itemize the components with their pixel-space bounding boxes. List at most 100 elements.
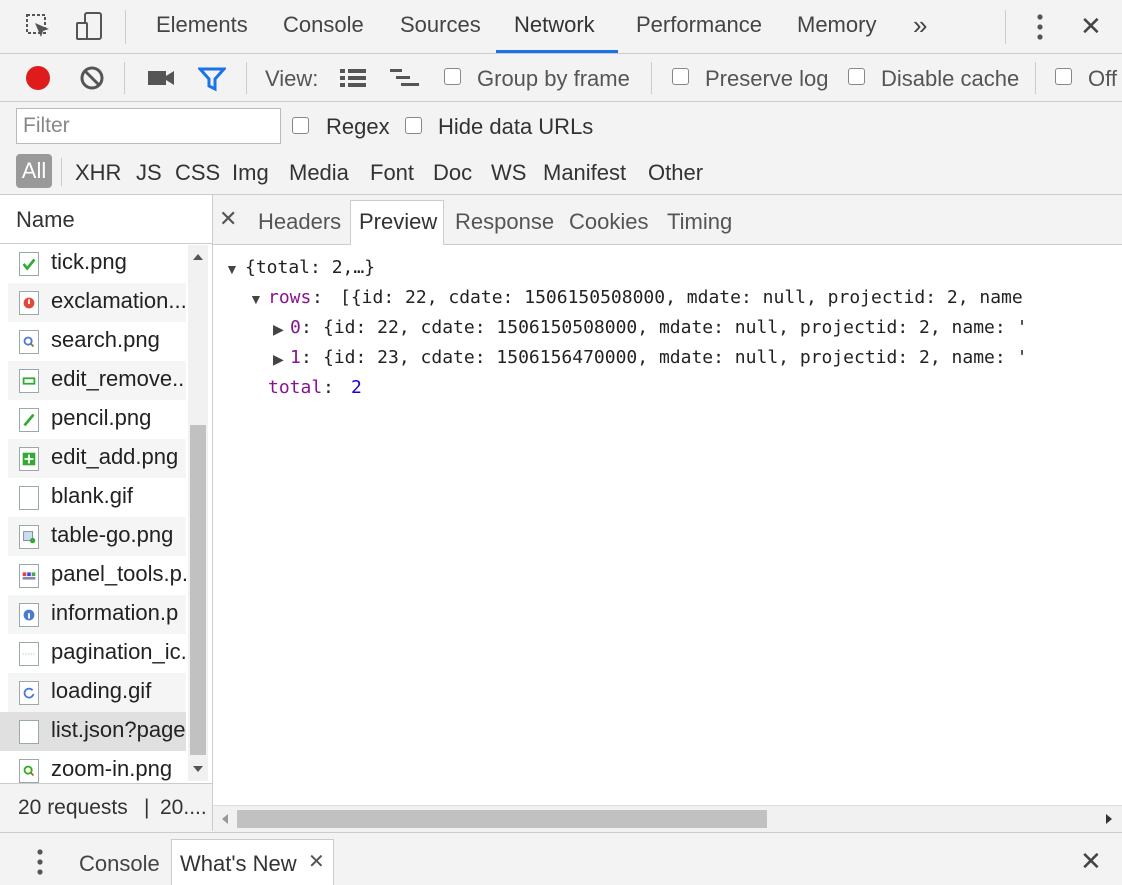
preserve-log-checkbox[interactable] — [672, 68, 689, 85]
drawer-tab-whats-new[interactable]: What's New ✕ — [171, 839, 334, 885]
json-total-key: total — [268, 377, 323, 398]
drawer-menu-icon[interactable] — [30, 847, 50, 877]
tab-performance[interactable]: Performance — [636, 12, 762, 38]
filter-type-manifest[interactable]: Manifest — [543, 160, 626, 186]
request-row[interactable]: edit_remove... — [8, 361, 186, 400]
request-row-selected[interactable]: list.json?page — [0, 712, 186, 751]
tab-memory[interactable]: Memory — [797, 12, 876, 38]
detail-tab-bar: ✕ Headers Preview Response Cookies Timin… — [213, 195, 1122, 245]
scroll-down-arrow-icon[interactable] — [193, 765, 203, 773]
kebab-menu-icon[interactable] — [1030, 12, 1050, 42]
more-tabs-icon[interactable]: » — [913, 10, 927, 41]
request-row[interactable]: loading.gif — [8, 673, 186, 712]
request-name: zoom-in.png — [51, 756, 173, 781]
tick-icon — [19, 252, 39, 276]
record-icon[interactable] — [24, 64, 52, 92]
tab-response[interactable]: Response — [455, 209, 554, 235]
tab-preview[interactable]: Preview — [350, 200, 444, 245]
scroll-left-arrow-icon[interactable] — [221, 814, 229, 824]
status-bar: 20 requests | 20.... — [0, 783, 212, 832]
waterfall-overview-icon[interactable] — [389, 67, 421, 91]
request-row[interactable]: pencil.png — [8, 400, 186, 439]
filter-type-media[interactable]: Media — [289, 160, 349, 186]
request-row[interactable]: exclamation... — [8, 283, 186, 322]
filter-funnel-icon[interactable] — [198, 66, 226, 92]
request-list-panel: Name tick.png exclamation... search.png … — [0, 195, 213, 832]
filter-type-js[interactable]: JS — [136, 160, 162, 186]
json-row0-key: 0 — [290, 317, 301, 338]
expand-triangle-icon[interactable]: ▶ — [273, 351, 284, 368]
edit-add-icon — [19, 447, 39, 471]
tab-elements[interactable]: Elements — [156, 12, 248, 38]
name-column-label: Name — [16, 207, 75, 232]
tab-console[interactable]: Console — [283, 12, 364, 38]
scrollbar-thumb[interactable] — [237, 810, 767, 828]
request-row[interactable]: edit_add.png — [8, 439, 186, 478]
collapse-triangle-icon[interactable]: ▼ — [249, 291, 263, 307]
filter-type-all[interactable]: All — [16, 154, 52, 188]
drawer-tab-console[interactable]: Console — [79, 851, 160, 877]
request-row[interactable]: search.png — [8, 322, 186, 361]
loading-icon — [19, 681, 39, 705]
tab-sources[interactable]: Sources — [400, 12, 481, 38]
request-row[interactable]: panel_tools.p. — [8, 556, 186, 595]
request-name: information.p — [51, 600, 179, 625]
toolbar-divider — [1005, 10, 1006, 44]
close-drawer-icon[interactable]: ✕ — [1080, 846, 1102, 877]
close-detail-icon[interactable]: ✕ — [219, 206, 237, 232]
filter-type-img[interactable]: Img — [232, 160, 269, 186]
scroll-up-arrow-icon[interactable] — [193, 253, 203, 261]
search-icon — [19, 330, 39, 354]
inspect-element-icon[interactable] — [25, 13, 53, 41]
request-row[interactable]: table-go.png — [8, 517, 186, 556]
tab-timing[interactable]: Timing — [667, 209, 732, 235]
collapse-triangle-icon[interactable]: ▼ — [225, 261, 239, 277]
json-root-summary: {total: 2,…} — [245, 257, 376, 278]
filter-type-font[interactable]: Font — [370, 160, 414, 186]
status-divider: | — [144, 796, 150, 819]
clear-icon[interactable] — [79, 65, 105, 91]
transfer-size: 20.... — [160, 796, 207, 819]
request-detail-panel: ✕ Headers Preview Response Cookies Timin… — [213, 195, 1122, 832]
json-row0-summary: {id: 22, cdate: 1506150508000, mdate: nu… — [323, 317, 1028, 338]
information-icon — [19, 603, 39, 627]
filter-type-other[interactable]: Other — [648, 160, 703, 186]
expand-triangle-icon[interactable]: ▶ — [273, 321, 284, 338]
request-list-scrollbar[interactable] — [188, 245, 208, 781]
tab-headers[interactable]: Headers — [258, 209, 341, 235]
filter-type-xhr[interactable]: XHR — [75, 160, 121, 186]
request-row[interactable]: tick.png — [8, 244, 186, 283]
offline-checkbox[interactable] — [1055, 68, 1072, 85]
request-row[interactable]: pagination_ic. — [8, 634, 186, 673]
screenshot-camera-icon[interactable] — [147, 67, 175, 89]
active-tab-indicator — [496, 50, 618, 53]
preview-horizontal-scrollbar[interactable] — [213, 805, 1122, 832]
filter-type-ws[interactable]: WS — [491, 160, 526, 186]
json-rows-key: rows — [268, 287, 312, 308]
request-row[interactable]: blank.gif — [8, 478, 186, 517]
disable-cache-checkbox[interactable] — [848, 68, 865, 85]
close-devtools-icon[interactable]: ✕ — [1080, 11, 1102, 42]
hide-data-urls-checkbox[interactable] — [405, 117, 422, 134]
preserve-log-label: Preserve log — [705, 66, 829, 91]
close-tab-icon[interactable]: ✕ — [308, 849, 325, 874]
pencil-icon — [19, 408, 39, 432]
name-column-header[interactable]: Name — [0, 195, 212, 244]
json-file-icon — [19, 720, 39, 744]
request-row[interactable]: information.p — [8, 595, 186, 634]
scrollbar-thumb[interactable] — [190, 425, 206, 755]
large-rows-icon[interactable] — [339, 67, 367, 89]
json-rows-summary: [{id: 22, cdate: 1506150508000, mdate: n… — [340, 287, 1023, 308]
tab-cookies[interactable]: Cookies — [569, 209, 648, 235]
regex-checkbox[interactable] — [292, 117, 309, 134]
scroll-right-arrow-icon[interactable] — [1105, 814, 1113, 824]
filter-type-doc[interactable]: Doc — [433, 160, 472, 186]
group-by-frame-checkbox[interactable] — [444, 68, 461, 85]
tab-network[interactable]: Network — [514, 12, 595, 38]
device-toolbar-icon[interactable] — [75, 11, 105, 43]
filter-input[interactable] — [16, 108, 281, 144]
filter-type-css[interactable]: CSS — [175, 160, 220, 186]
json-preview: ▼ {total: 2,…} ▼ rows : [{id: 22, cdate:… — [213, 247, 1122, 803]
hide-data-urls-label: Hide data URLs — [438, 114, 594, 139]
json-row1-summary: {id: 23, cdate: 1506156470000, mdate: nu… — [323, 347, 1028, 368]
